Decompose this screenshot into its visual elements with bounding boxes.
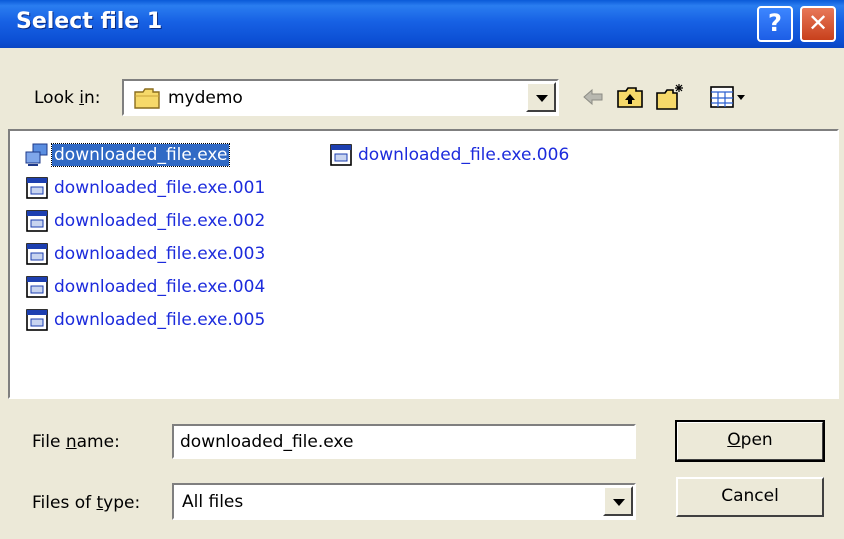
- filename-value: downloaded_file.exe: [180, 432, 354, 452]
- file-item[interactable]: downloaded_file.exe.001: [24, 174, 267, 202]
- lookin-combobox[interactable]: mydemo: [122, 79, 559, 116]
- lookin-value: mydemo: [168, 88, 243, 108]
- exe-app-icon: [25, 143, 48, 166]
- window-file-icon: [26, 210, 48, 232]
- window-file-icon: [26, 276, 48, 298]
- open-button[interactable]: Open: [675, 420, 825, 462]
- cancel-button[interactable]: Cancel: [676, 477, 824, 517]
- window-file-icon: [330, 144, 352, 166]
- file-name: downloaded_file.exe: [50, 143, 231, 167]
- close-button[interactable]: ✕: [800, 6, 836, 42]
- window-file-icon: [26, 177, 48, 199]
- file-dialog: Select file 1 ? ✕ Look in: mydemo downlo…: [0, 0, 844, 539]
- title-bar[interactable]: Select file 1 ? ✕: [0, 0, 844, 48]
- lookin-dropdown-button[interactable]: [526, 82, 556, 112]
- file-name: downloaded_file.exe.006: [358, 145, 570, 165]
- filetype-dropdown-button[interactable]: [603, 486, 633, 516]
- file-name: downloaded_file.exe.004: [54, 277, 266, 297]
- window-file-icon: [26, 309, 48, 331]
- file-name: downloaded_file.exe.001: [54, 178, 266, 198]
- filename-input[interactable]: downloaded_file.exe: [172, 424, 636, 459]
- window-file-icon: [26, 243, 48, 265]
- file-item[interactable]: downloaded_file.exe.002: [24, 207, 267, 235]
- file-item[interactable]: downloaded_file.exe.003: [24, 240, 267, 268]
- up-folder-icon[interactable]: [615, 82, 645, 112]
- file-item[interactable]: downloaded_file.exe.006: [328, 141, 571, 169]
- file-item[interactable]: downloaded_file.exe.004: [24, 273, 267, 301]
- help-button[interactable]: ?: [757, 6, 793, 42]
- filetype-label: Files of type:: [32, 493, 141, 513]
- file-name: downloaded_file.exe.002: [54, 211, 266, 231]
- file-name: downloaded_file.exe.005: [54, 310, 266, 330]
- filename-label: File name:: [32, 432, 120, 452]
- view-menu-icon[interactable]: [709, 82, 749, 112]
- filetype-combobox[interactable]: All files: [172, 483, 636, 520]
- file-item[interactable]: downloaded_file.exe.005: [24, 306, 267, 334]
- file-item[interactable]: downloaded_file.exe: [24, 141, 231, 169]
- lookin-label: Look in:: [34, 88, 101, 108]
- back-arrow-icon[interactable]: [578, 82, 608, 112]
- new-folder-icon[interactable]: [655, 82, 685, 112]
- filetype-value: All files: [182, 492, 244, 512]
- file-name: downloaded_file.exe.003: [54, 244, 266, 264]
- dialog-title: Select file 1: [16, 9, 163, 34]
- file-list[interactable]: downloaded_file.exe downloaded_file.exe.…: [8, 129, 839, 399]
- folder-icon: [134, 88, 160, 109]
